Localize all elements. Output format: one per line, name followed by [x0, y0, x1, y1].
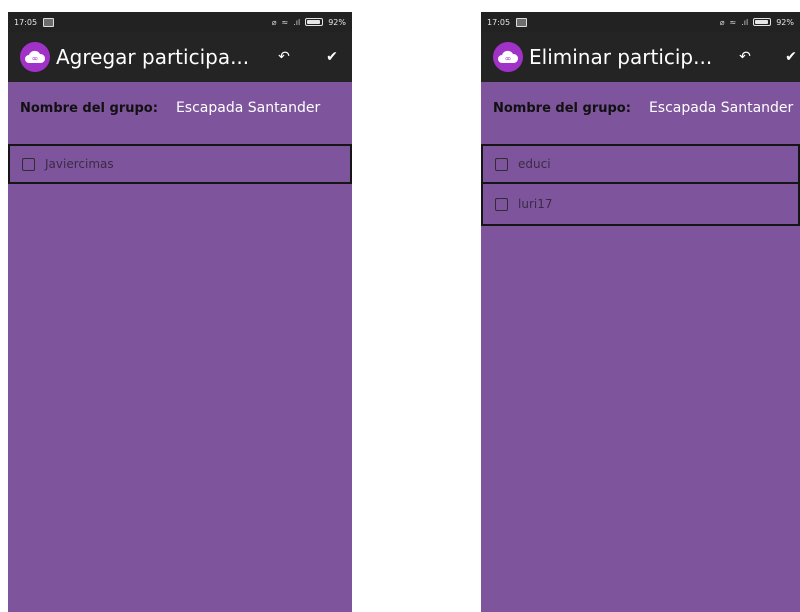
battery-icon — [305, 18, 324, 26]
svg-text:∞: ∞ — [505, 54, 512, 63]
app-bar: ∞ Eliminar particip... ↶ ✔ — [481, 32, 800, 82]
group-name-row: Nombre del grupo: Escapada Santander — [481, 82, 800, 134]
list-item[interactable]: luri17 — [481, 184, 800, 226]
status-time: 17:05 — [487, 17, 511, 27]
group-name-row: Nombre del grupo: Escapada Santander — [8, 82, 352, 134]
status-bar: 17:05 ⌀ ≈ .ıl 92% — [481, 12, 800, 32]
battery-percent: 92% — [328, 17, 346, 27]
cloud-logo-icon: ∞ — [20, 42, 50, 72]
list-item[interactable]: Javiercimas — [8, 144, 352, 184]
screen-title: Agregar participa... — [56, 45, 250, 69]
group-name-value: Escapada Santander — [175, 100, 321, 116]
participant-name: Javiercimas — [45, 157, 114, 171]
checkbox[interactable] — [22, 157, 35, 171]
battery-icon — [753, 18, 772, 26]
screen-remove-participants: 17:05 ⌀ ≈ .ıl 92% ∞ Eliminar particip...… — [481, 12, 800, 612]
checkmark-icon[interactable]: ✔ — [779, 45, 800, 69]
checkbox[interactable] — [495, 197, 508, 211]
screen-add-participants: 17:05 ⌀ ≈ .ıl 92% ∞ Agregar participa...… — [8, 12, 352, 612]
image-notification-icon — [516, 17, 528, 27]
wifi-icon: ≈ — [281, 17, 289, 27]
alarm-icon: ⌀ — [719, 17, 725, 27]
status-bar: 17:05 ⌀ ≈ .ıl 92% — [8, 12, 352, 32]
screen-title: Eliminar particip... — [529, 45, 713, 69]
cloud-logo-icon: ∞ — [493, 42, 523, 72]
checkmark-icon[interactable]: ✔ — [320, 45, 344, 69]
group-name-label: Nombre del grupo: — [493, 100, 631, 116]
signal-icon: .ıl — [293, 17, 301, 27]
svg-text:∞: ∞ — [32, 54, 39, 63]
app-bar: ∞ Agregar participa... ↶ ✔ — [8, 32, 352, 82]
participant-name: luri17 — [518, 197, 553, 211]
group-name-value: Escapada Santander — [648, 100, 794, 116]
undo-arrow-icon[interactable]: ↶ — [272, 45, 296, 69]
signal-icon: .ıl — [741, 17, 749, 27]
participants-list: educi luri17 — [481, 144, 800, 226]
image-notification-icon — [43, 17, 55, 27]
list-item[interactable]: educi — [481, 144, 800, 184]
group-name-label: Nombre del grupo: — [20, 100, 158, 116]
undo-arrow-icon[interactable]: ↶ — [733, 45, 757, 69]
wifi-icon: ≈ — [729, 17, 737, 27]
alarm-icon: ⌀ — [271, 17, 277, 27]
checkbox[interactable] — [495, 157, 508, 171]
status-time: 17:05 — [14, 17, 38, 27]
battery-percent: 92% — [776, 17, 794, 27]
participant-name: educi — [518, 157, 551, 171]
participants-list: Javiercimas — [8, 144, 352, 184]
